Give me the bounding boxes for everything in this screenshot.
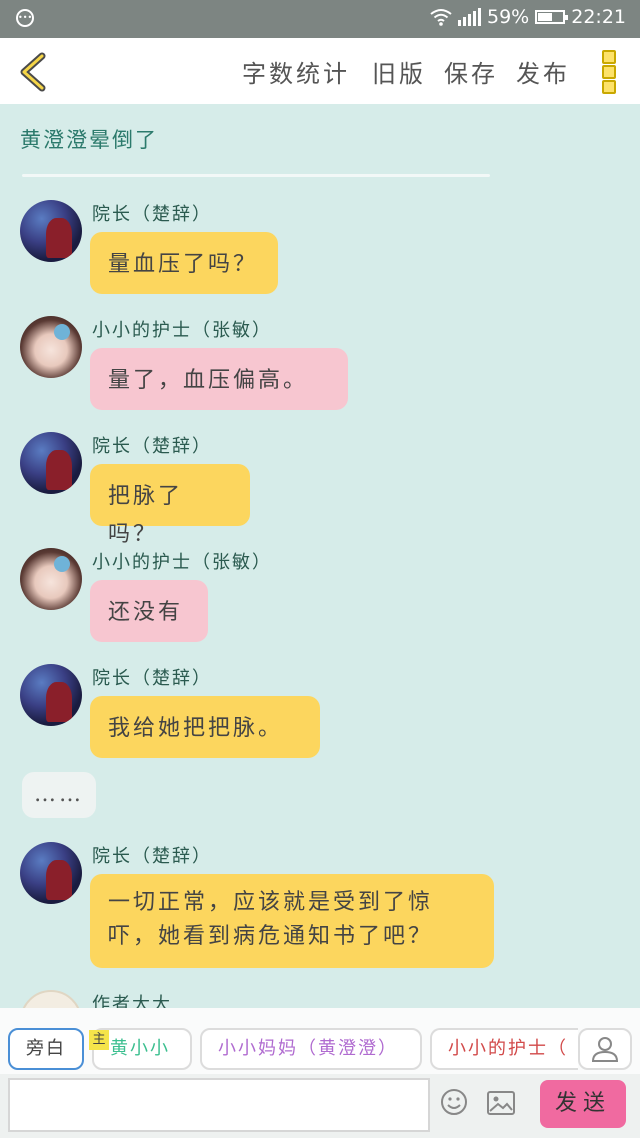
image-button[interactable]	[486, 1090, 516, 1116]
clock: 22:21	[571, 6, 626, 28]
speaker-name: 院长（楚辞）	[92, 204, 212, 225]
message-input[interactable]	[8, 1078, 430, 1132]
more-dot-icon	[602, 80, 616, 94]
divider	[22, 174, 490, 177]
avatar[interactable]	[20, 990, 82, 1008]
old-version-button[interactable]: 旧版	[372, 54, 426, 89]
avatar[interactable]	[20, 316, 82, 378]
notification-icon: •••	[16, 9, 34, 27]
person-icon	[591, 1037, 619, 1062]
more-menu-button[interactable]	[602, 50, 616, 94]
battery-icon	[535, 10, 569, 24]
send-button[interactable]: 发送	[540, 1080, 626, 1128]
message-bubble[interactable]: 还没有	[90, 580, 208, 642]
avatar[interactable]	[20, 200, 82, 262]
story-content[interactable]: 黄澄澄晕倒了 院长（楚辞） 量血压了吗？ 小小的护士（张敏） 量了，血压偏高。 …	[0, 104, 640, 1008]
message-bubble[interactable]: 量血压了吗？	[90, 232, 278, 294]
image-icon	[487, 1091, 515, 1115]
role-selector: 旁白 主 黄小小 小小妈妈（黄澄澄） 小小的护士（	[0, 1008, 640, 1074]
avatar[interactable]	[20, 842, 82, 904]
avatar[interactable]	[20, 548, 82, 610]
manage-roles-button[interactable]	[578, 1028, 632, 1070]
word-count-button[interactable]: 字数统计	[242, 54, 350, 89]
publish-button[interactable]: 发布	[516, 54, 570, 89]
avatar[interactable]	[20, 432, 82, 494]
save-button[interactable]: 保存	[444, 54, 498, 89]
message-bubble[interactable]: 我给她把把脉。	[90, 696, 320, 758]
speaker-name: 小小的护士（张敏）	[92, 552, 272, 573]
role-tab-2[interactable]: 小小妈妈（黄澄澄）	[200, 1028, 422, 1070]
speaker-name: 院长（楚辞）	[92, 436, 212, 457]
wifi-icon	[430, 8, 452, 26]
smiley-icon	[441, 1089, 467, 1115]
speaker-name: 小小的护士（张敏）	[92, 320, 272, 341]
role-tab-narration[interactable]: 旁白	[8, 1028, 84, 1070]
input-bar: 发送	[0, 1074, 640, 1138]
signal-icon	[458, 8, 481, 26]
speaker-name: 院长（楚辞）	[92, 668, 212, 689]
message-bubble[interactable]: 量了，血压偏高。	[90, 348, 348, 410]
status-bar: ••• 59% 22:21	[0, 0, 640, 38]
avatar[interactable]	[20, 664, 82, 726]
message-bubble[interactable]: 一切正常，应该就是受到了惊吓，她看到病危通知书了吧？	[90, 874, 494, 968]
speaker-name: 作者大大	[92, 994, 172, 1008]
chevron-left-icon	[20, 52, 46, 92]
role-tab-3[interactable]: 小小的护士（	[430, 1028, 578, 1070]
story-title[interactable]: 黄澄澄晕倒了	[20, 124, 158, 154]
back-button[interactable]	[14, 50, 54, 94]
battery-percent: 59%	[487, 6, 530, 28]
more-dot-icon	[602, 50, 616, 64]
emoji-button[interactable]	[440, 1088, 468, 1116]
message-bubble[interactable]: 把脉了吗？	[90, 464, 250, 547]
speaker-name: 院长（楚辞）	[92, 846, 212, 867]
narration-bubble[interactable]: ……	[22, 772, 96, 818]
editor-toolbar: 字数统计 旧版 保存 发布	[0, 38, 640, 104]
main-role-badge: 主	[89, 1030, 109, 1050]
more-dot-icon	[602, 65, 616, 79]
